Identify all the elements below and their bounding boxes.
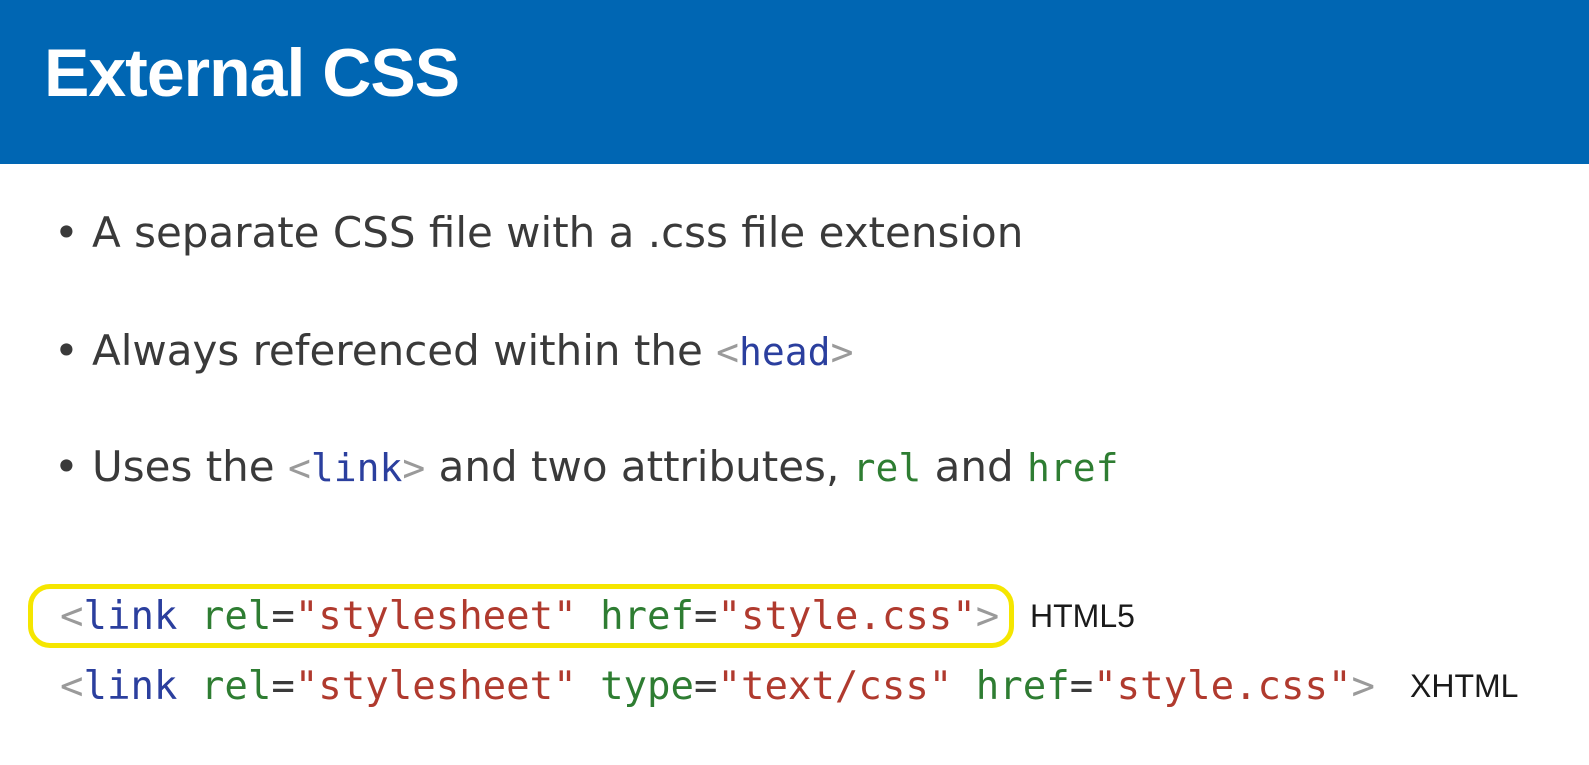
code-attr-type: type <box>600 664 694 709</box>
eq-sign: = <box>694 594 718 639</box>
code-attr-rel: rel <box>200 664 272 709</box>
gt-bracket: > <box>975 594 1000 639</box>
bullet-dot: • <box>54 442 79 491</box>
code-val-rel: "stylesheet" <box>294 594 577 639</box>
eq-sign: = <box>271 664 295 709</box>
gt-bracket: > <box>1351 664 1375 709</box>
gt-bracket: > <box>830 330 854 374</box>
bullet-dot: • <box>54 208 79 257</box>
eq-sign: = <box>1069 664 1094 709</box>
header-bar: External CSS <box>0 0 1589 164</box>
code-attr-rel: rel <box>200 594 272 639</box>
lt-bracket: < <box>716 330 740 374</box>
html5-label: HTML5 <box>1030 598 1135 634</box>
code-line-xhtml: <link rel="stylesheet" type="text/css" h… <box>60 664 1375 709</box>
code-attr-href: href <box>600 594 694 639</box>
head-tag: head <box>739 330 831 374</box>
bullet-1: • A separate CSS file with a .css file ex… <box>54 208 1023 257</box>
xhtml-label: XHTML <box>1410 668 1519 704</box>
bullet-3-and: and <box>921 442 1028 491</box>
bullet-1-text: A separate CSS file with a .css file ext… <box>92 208 1024 257</box>
rel-attr: rel <box>852 446 922 490</box>
code-val-href: "style.css" <box>1093 664 1352 709</box>
link-tag: link <box>310 446 403 490</box>
slide-title: External CSS <box>44 35 460 111</box>
bullet-2: • Always referenced within the <head> <box>54 326 853 375</box>
bullet-3-mid: and two attributes, <box>425 442 853 491</box>
lt-bracket: < <box>60 594 84 639</box>
lt-bracket: < <box>287 446 311 490</box>
lt-bracket: < <box>60 664 84 709</box>
eq-sign: = <box>694 664 718 709</box>
code-val-type: "text/css" <box>717 664 953 709</box>
code-val-rel: "stylesheet" <box>294 664 577 709</box>
bullet-2-text: Always referenced within the <box>92 326 717 375</box>
href-attr: href <box>1027 446 1119 490</box>
code-tag: link <box>83 664 178 709</box>
bullet-3-pre: Uses the <box>92 442 288 491</box>
code-attr-href: href <box>975 664 1070 709</box>
bullet-3: • Uses the <link> and two attributes, rel… <box>54 442 1119 491</box>
eq-sign: = <box>271 594 295 639</box>
code-val-href: "style.css" <box>717 594 976 639</box>
code-tag: link <box>83 594 178 639</box>
code-line-html5: <link rel="stylesheet" href="style.css"> <box>60 594 999 639</box>
bullet-dot: • <box>54 326 79 375</box>
gt-bracket: > <box>402 446 426 490</box>
